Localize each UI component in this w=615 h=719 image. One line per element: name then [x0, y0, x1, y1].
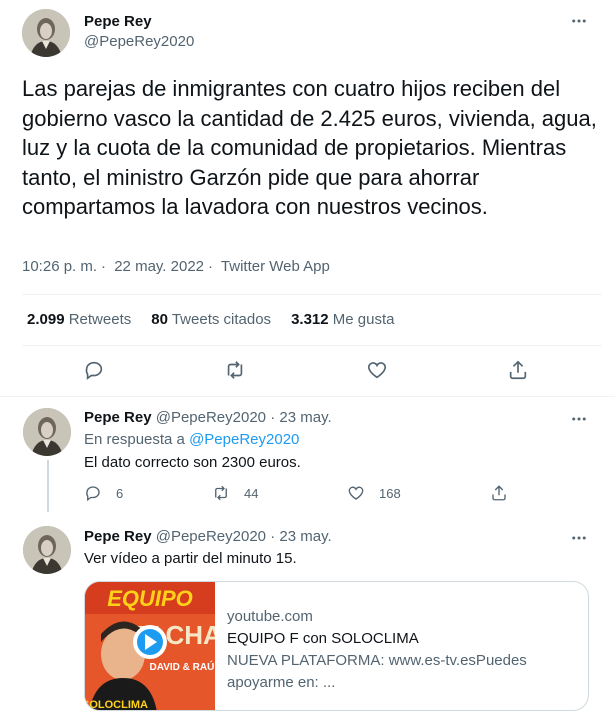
thread-line — [47, 460, 49, 512]
card-title: EQUIPO F con SOLOCLIMA — [227, 630, 419, 647]
tweet-time[interactable]: 10:26 p. m. — [22, 258, 97, 275]
reply-text: Ver vídeo a partir del minuto 15. — [84, 550, 297, 567]
reply-actions: 6 44 168 — [84, 484, 524, 504]
retweet-button[interactable]: 44 — [212, 484, 258, 502]
tweet-actions — [0, 359, 615, 383]
share-icon — [492, 485, 506, 501]
card-description-line2: apoyarme en: ... — [227, 674, 336, 691]
in-reply-to-handle[interactable]: @PepeRey2020 — [189, 431, 299, 448]
tweet-stats: 2.099 Retweets 80 Tweets citados 3.312 M… — [27, 311, 394, 328]
more-icon[interactable] — [569, 11, 589, 31]
tweet-text: Las parejas de inmigrantes con cuatro hi… — [22, 76, 597, 219]
avatar-portrait-image — [23, 526, 71, 574]
divider — [22, 345, 602, 346]
reply-icon[interactable] — [83, 359, 107, 383]
avatar-portrait-image — [22, 9, 70, 57]
more-icon[interactable] — [569, 528, 589, 548]
card-domain: youtube.com — [227, 608, 313, 625]
video-thumbnail[interactable]: EQUIPO FACHA DAVID & RAÚL SOLOCLIMA — [85, 582, 215, 711]
retweets-stat[interactable]: 2.099 Retweets — [27, 311, 131, 328]
like-button[interactable]: 168 — [347, 484, 401, 502]
divider — [22, 294, 602, 295]
retweet-icon — [215, 485, 227, 501]
like-icon — [348, 486, 364, 500]
tweet-date[interactable]: 22 may. 2022 — [114, 258, 204, 275]
reply-author-name[interactable]: Pepe Rey — [84, 528, 152, 545]
share-icon[interactable] — [507, 359, 531, 383]
link-card[interactable]: EQUIPO FACHA DAVID & RAÚL SOLOCLIMA yout… — [84, 581, 589, 711]
author-avatar[interactable] — [22, 9, 70, 57]
reply-count: 6 — [116, 485, 124, 501]
reply-header: Pepe Rey @PepeRey2020 · 23 may. — [84, 528, 332, 545]
tweet-meta: 10:26 p. m. · 22 may. 2022 · Twitter Web A… — [22, 258, 330, 275]
tweet-source: Twitter Web App — [220, 258, 330, 275]
reply-button[interactable]: 6 — [84, 484, 123, 502]
in-reply-to: En respuesta a @PepeRey2020 — [84, 431, 300, 448]
reply-author-handle[interactable]: @PepeRey2020 — [156, 528, 266, 545]
reply-date[interactable]: 23 may. — [279, 409, 331, 426]
reply-icon — [86, 486, 100, 502]
quotes-stat[interactable]: 80 Tweets citados — [151, 311, 271, 328]
retweet-icon[interactable] — [224, 359, 248, 383]
retweet-count: 44 — [244, 485, 259, 501]
reply-avatar[interactable] — [23, 526, 71, 574]
author-name[interactable]: Pepe Rey — [84, 13, 152, 30]
avatar-portrait-image — [23, 408, 71, 456]
reply-author-name[interactable]: Pepe Rey — [84, 409, 152, 426]
reply-header: Pepe Rey @PepeRey2020 · 23 may. — [84, 409, 332, 426]
reply-avatar[interactable] — [23, 408, 71, 456]
thumb-bottom-text: SOLOCLIMA — [85, 699, 148, 711]
card-info: youtube.com EQUIPO F con SOLOCLIMA NUEVA… — [227, 606, 547, 694]
reply-author-handle[interactable]: @PepeRey2020 — [156, 409, 266, 426]
thumb-names: DAVID & RAÚL — [150, 660, 215, 673]
reply-text: El dato correcto son 2300 euros. — [84, 454, 301, 471]
share-button[interactable] — [490, 484, 508, 502]
author-handle[interactable]: @PepeRey2020 — [84, 33, 194, 50]
divider — [0, 396, 615, 397]
thumb-top-text: EQUIPO — [107, 586, 193, 611]
card-description-line1: NUEVA PLATAFORMA: www.es-tv.esPuedes — [227, 652, 527, 669]
like-count: 168 — [379, 485, 401, 501]
more-icon[interactable] — [569, 409, 589, 429]
likes-stat[interactable]: 3.312 Me gusta — [291, 311, 394, 328]
reply-date[interactable]: 23 may. — [279, 528, 331, 545]
like-icon[interactable] — [366, 359, 390, 383]
